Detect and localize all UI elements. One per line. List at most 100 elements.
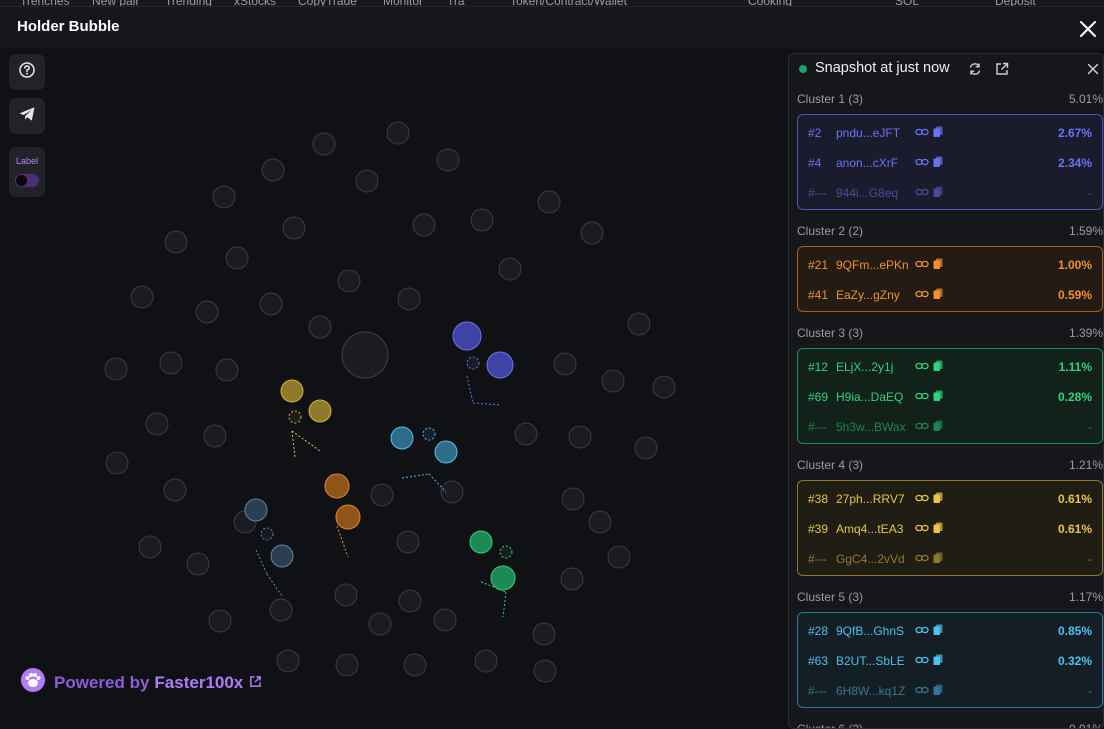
link-icon[interactable] [914,390,929,405]
holder-bubble[interactable] [514,422,538,446]
copy-icon[interactable] [933,288,943,303]
link-icon[interactable] [914,624,929,639]
holder-row[interactable]: #28 9QfB...GhnS 0.85% [798,616,1102,646]
holder-address[interactable]: Amq4...tEA3 [836,522,903,536]
copy-icon[interactable] [933,684,943,699]
link-icon[interactable] [914,684,929,699]
copy-icon[interactable] [933,420,943,435]
holder-bubble[interactable] [652,375,676,399]
cluster-4-bubble[interactable] [308,399,332,423]
holder-bubble[interactable] [159,351,183,375]
holder-bubble[interactable] [276,649,300,673]
holder-bubble[interactable] [533,659,557,683]
telegram-button[interactable] [9,98,45,134]
holder-bubble[interactable] [282,216,306,240]
holder-bubble[interactable] [163,478,187,502]
holder-row[interactable]: #21 9QFm...ePKn 1.00% [798,250,1102,280]
copy-icon[interactable] [933,624,943,639]
holder-address[interactable]: 6H8W...kq1Z [836,684,905,698]
holder-address[interactable]: 5h3w...BWax [836,420,906,434]
holder-bubble[interactable] [568,425,592,449]
holder-bubble[interactable] [634,436,658,460]
holder-bubble[interactable] [104,357,128,381]
holder-row[interactable]: #39 Amq4...tEA3 0.61% [798,514,1102,544]
holder-bubble[interactable] [588,510,612,534]
link-icon[interactable] [914,420,929,435]
holder-bubble[interactable] [440,480,464,504]
holder-row[interactable]: #69 H9ia...DaEQ 0.28% [798,382,1102,412]
holder-bubble[interactable] [532,622,556,646]
cluster-1-bubble[interactable] [452,321,482,351]
holder-row[interactable]: #38 27ph...RRV7 0.61% [798,484,1102,514]
holder-bubble[interactable] [164,230,188,254]
holder-bubble[interactable] [225,246,249,270]
copy-icon[interactable] [933,522,943,537]
cluster-4-hidden-bubble[interactable] [288,410,302,424]
holder-address[interactable]: H9ia...DaEQ [836,390,903,404]
holder-bubble[interactable] [553,352,577,376]
holder-bubble[interactable] [560,567,584,591]
holder-bubble[interactable] [398,589,422,613]
close-icon[interactable] [1085,61,1101,77]
holder-address[interactable]: ELjX...2y1j [836,360,893,374]
copy-icon[interactable] [933,186,943,201]
cluster-6-hidden-bubble[interactable] [260,527,274,541]
link-icon[interactable] [914,360,929,375]
holder-bubble[interactable] [403,653,427,677]
link-icon[interactable] [914,156,929,171]
holder-bubble[interactable] [334,583,358,607]
holder-bubble[interactable] [212,185,236,209]
cluster-2-bubble[interactable] [324,473,350,499]
holder-bubble[interactable] [335,653,359,677]
cluster-3-bubble[interactable] [490,565,516,591]
external-link-icon[interactable] [994,61,1010,77]
holder-bubble[interactable] [412,213,436,237]
holder-bubble[interactable] [386,121,410,145]
holder-bubble[interactable] [368,612,392,636]
holder-bubble[interactable] [537,190,561,214]
holder-bubble[interactable] [203,424,227,448]
holder-bubble[interactable] [470,208,494,232]
holder-bubble-large[interactable] [341,331,389,379]
holder-bubble[interactable] [601,369,625,393]
link-icon[interactable] [914,552,929,567]
cluster-6-bubble[interactable] [244,498,268,522]
copy-icon[interactable] [933,552,943,567]
holder-bubble[interactable] [145,412,169,436]
copy-icon[interactable] [933,360,943,375]
link-icon[interactable] [914,654,929,669]
holder-bubble[interactable] [561,487,585,511]
link-icon[interactable] [914,186,929,201]
holder-bubble[interactable] [474,649,498,673]
bubble-map-canvas[interactable]: Label [0,47,785,729]
holder-bubble[interactable] [396,530,420,554]
holder-bubble[interactable] [607,545,631,569]
powered-by-footer[interactable]: Powered by Faster100x [20,667,262,698]
copy-icon[interactable] [933,126,943,141]
help-button[interactable] [9,54,45,90]
holder-bubble[interactable] [259,292,283,316]
cluster-2-bubble[interactable] [335,504,361,530]
close-icon[interactable] [1076,17,1100,41]
holder-address[interactable]: EaZy...gZny [836,288,900,302]
holder-address[interactable]: 9QfB...GhnS [836,624,904,638]
holder-address[interactable]: 9QFm...ePKn [836,258,909,272]
holder-bubble[interactable] [138,535,162,559]
bubble-map[interactable] [0,47,785,729]
holder-bubble[interactable] [498,257,522,281]
copy-icon[interactable] [933,390,943,405]
cluster-5-bubble[interactable] [434,440,458,464]
holder-bubble[interactable] [186,552,210,576]
holder-bubble[interactable] [208,609,232,633]
link-icon[interactable] [914,288,929,303]
holder-address[interactable]: 944i...G8eq [836,186,898,200]
holder-bubble[interactable] [308,315,332,339]
brand-link[interactable]: Faster100x [154,673,243,693]
holder-bubble[interactable] [312,132,336,156]
link-icon[interactable] [914,258,929,273]
holder-row[interactable]: #2 pndu...eJFT 2.67% [798,118,1102,148]
copy-icon[interactable] [933,258,943,273]
holder-bubble[interactable] [370,483,394,507]
holder-bubble[interactable] [215,358,239,382]
holder-bubble[interactable] [355,169,379,193]
